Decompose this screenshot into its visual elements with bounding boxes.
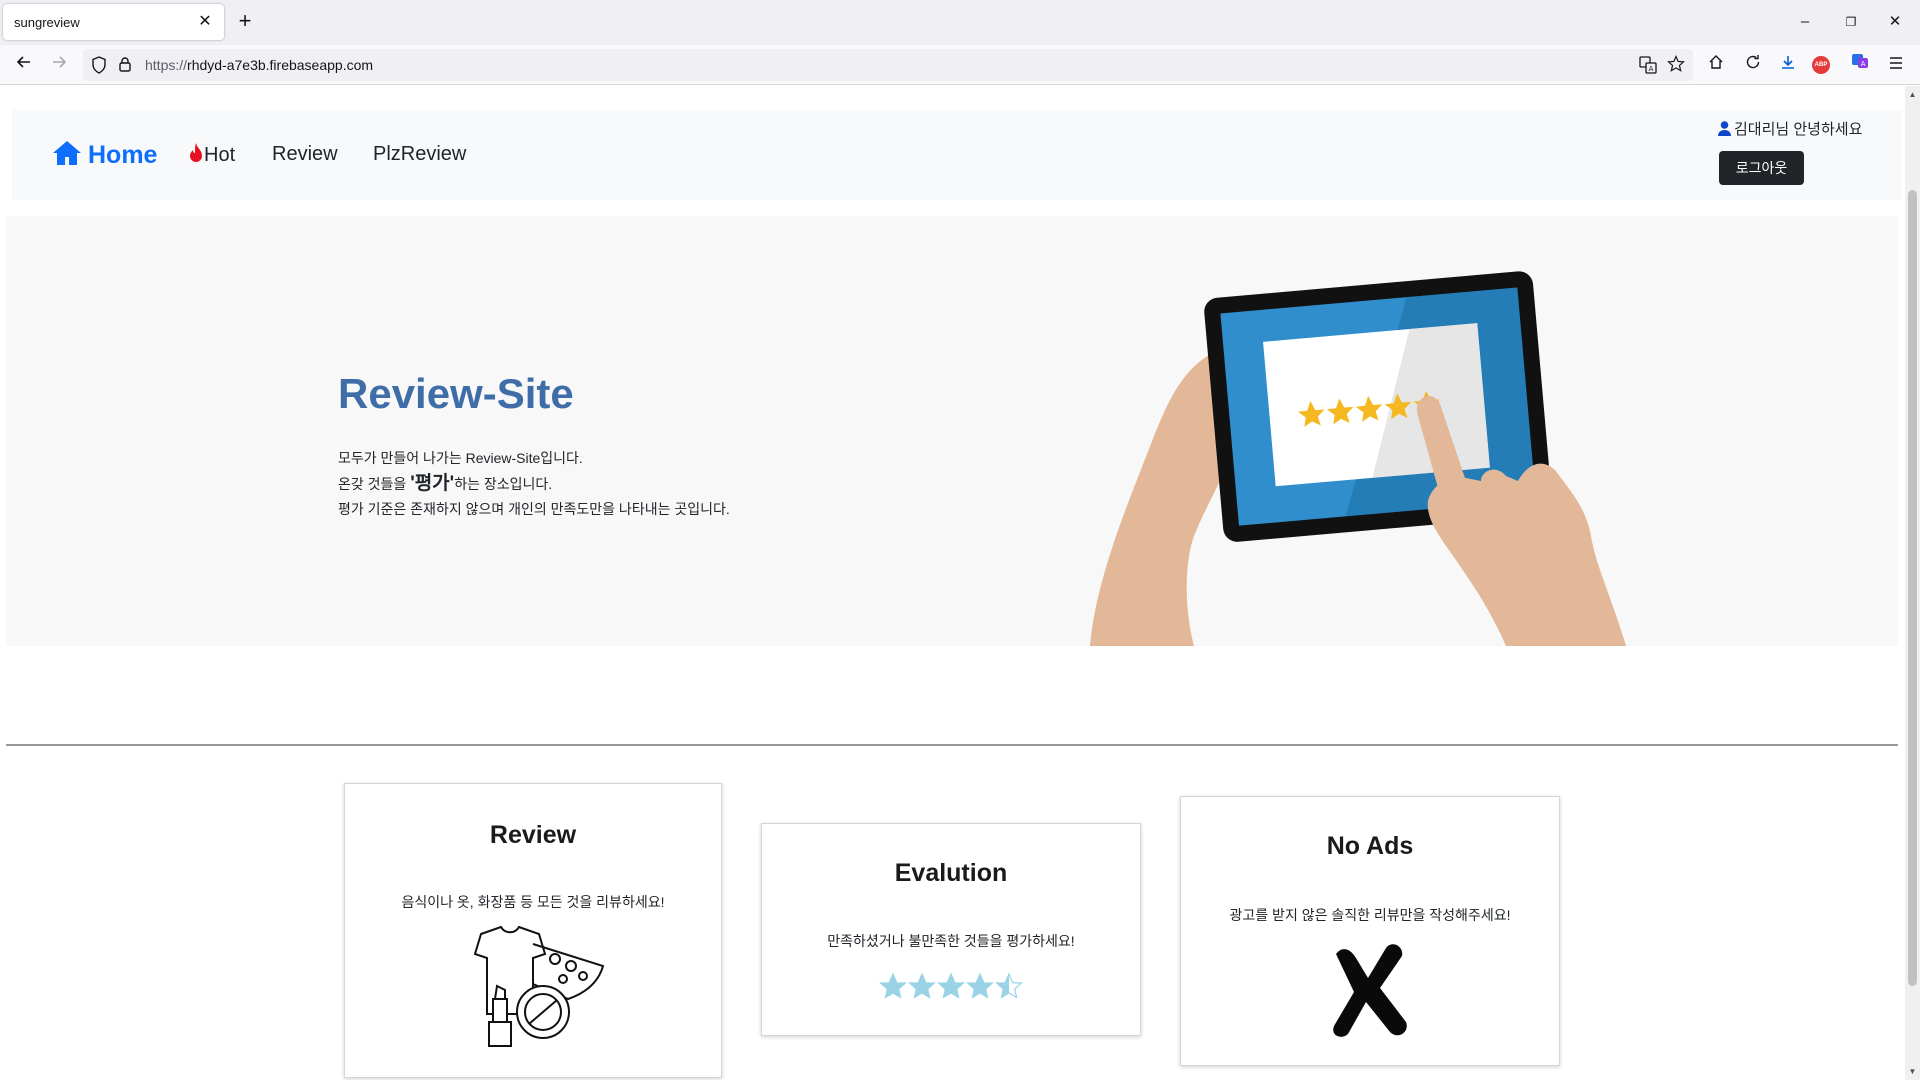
scroll-thumb[interactable] — [1908, 190, 1917, 986]
fire-icon — [190, 143, 202, 162]
hero-line-2: 온갖 것들을 '평가'하는 장소입니다. — [338, 473, 553, 494]
rating-star — [966, 972, 994, 999]
browser-tab-bar: sungreview ✕ + – ❐ ✕ — [0, 0, 1920, 45]
brand-home-link[interactable]: Home — [52, 140, 157, 170]
svg-text:A: A — [1861, 60, 1866, 68]
svg-text:A: A — [1649, 65, 1654, 73]
scroll-up-arrow[interactable]: ▲ — [1908, 90, 1917, 99]
download-icon[interactable] — [1774, 51, 1802, 79]
feature-card-review: Review 음식이나 옷, 화장품 등 모든 것을 리뷰하세요! — [344, 783, 722, 1078]
bookmark-star-icon[interactable] — [1667, 55, 1685, 78]
new-tab-icon[interactable]: + — [232, 9, 258, 35]
page-viewport: Home Hot Review PlzReview 김대리님 안녕하세요 로그아… — [0, 86, 1920, 1080]
tab-title: sungreview — [14, 15, 80, 30]
brand-label: Home — [88, 141, 158, 169]
minimize-icon[interactable]: – — [1790, 8, 1820, 36]
feature-card-no-ads: No Ads 광고를 받지 않은 솔직한 리뷰만을 작성해주세요! — [1180, 796, 1560, 1066]
tablet-rating-illustration — [1090, 271, 1626, 646]
browser-toolbar: https://rhdyd-a7e3b.firebaseapp.com A AB… — [0, 45, 1920, 85]
rating-star — [995, 972, 1023, 999]
user-greeting: 김대리님 안녕하세요 — [1718, 118, 1862, 139]
hero-line-3: 평가 기준은 존재하지 않으며 개인의 만족도만을 나타내는 곳입니다. — [338, 501, 730, 517]
reload-icon[interactable] — [1739, 51, 1767, 79]
adblock-icon[interactable]: ABP — [1812, 56, 1830, 74]
hero-title: Review-Site — [338, 370, 574, 417]
user-icon — [1718, 121, 1731, 136]
feature-card-evalution: Evalution 만족하셨거나 불만족한 것들을 평가하세요! — [761, 823, 1141, 1036]
hero-section: Review-Site 모두가 만들어 나가는 Review-Site입니다. … — [6, 216, 1898, 646]
scroll-down-arrow[interactable]: ▼ — [1908, 1067, 1917, 1076]
nav-hot[interactable]: Hot — [189, 143, 235, 167]
card-text: 만족하셨거나 불만족한 것들을 평가하세요! — [827, 933, 1075, 949]
rating-star — [937, 972, 965, 999]
browser-tab[interactable]: sungreview ✕ — [3, 4, 224, 40]
hero-description: 모두가 만들어 나가는 Review-Site입니다. 온갖 것들을 '평가'하… — [338, 446, 730, 522]
url-bar[interactable]: https://rhdyd-a7e3b.firebaseapp.com A — [83, 49, 1693, 81]
star-rating-icon — [879, 972, 1023, 999]
url-text: https://rhdyd-a7e3b.firebaseapp.com — [145, 57, 374, 73]
hero-line-1: 모두가 만들어 나가는 Review-Site입니다. — [338, 450, 583, 466]
translate-icon[interactable]: A — [1639, 56, 1657, 79]
greeting-text: 김대리님 안녕하세요 — [1734, 121, 1863, 138]
window-close-icon[interactable]: ✕ — [1880, 8, 1910, 36]
home-icon — [53, 141, 81, 165]
menu-icon[interactable] — [1882, 51, 1910, 79]
nav-plz-review[interactable]: PlzReview — [373, 143, 466, 166]
back-icon[interactable] — [10, 51, 38, 79]
card-title: Review — [489, 821, 577, 849]
restore-icon[interactable]: ❐ — [1836, 8, 1866, 36]
translator-extension-icon[interactable]: A — [1846, 51, 1874, 79]
page-scrollbar[interactable]: ▲ ▼ — [1905, 86, 1920, 1080]
rating-star — [879, 972, 907, 999]
card-text: 음식이나 옷, 화장품 등 모든 것을 리뷰하세요! — [401, 894, 665, 910]
clothes-cosmetics-pizza-icon — [473, 925, 605, 1047]
home-icon[interactable] — [1702, 51, 1730, 79]
rating-star — [908, 972, 936, 999]
shield-icon[interactable] — [91, 56, 107, 79]
card-text: 광고를 받지 않은 솔직한 리뷰만을 작성해주세요! — [1229, 907, 1511, 923]
nav-hot-label: Hot — [204, 144, 236, 166]
card-title: No Ads — [1326, 832, 1414, 860]
forward-icon[interactable] — [45, 51, 73, 79]
section-divider — [6, 744, 1898, 746]
logout-button[interactable]: 로그아웃 — [1719, 151, 1804, 185]
nav-review[interactable]: Review — [272, 143, 338, 166]
x-mark-icon — [1333, 944, 1407, 1037]
card-title: Evalution — [894, 859, 1008, 887]
site-navbar: Home Hot Review PlzReview 김대리님 안녕하세요 로그아… — [12, 110, 1902, 200]
lock-icon[interactable] — [118, 56, 132, 78]
close-tab-icon[interactable]: ✕ — [194, 11, 216, 33]
